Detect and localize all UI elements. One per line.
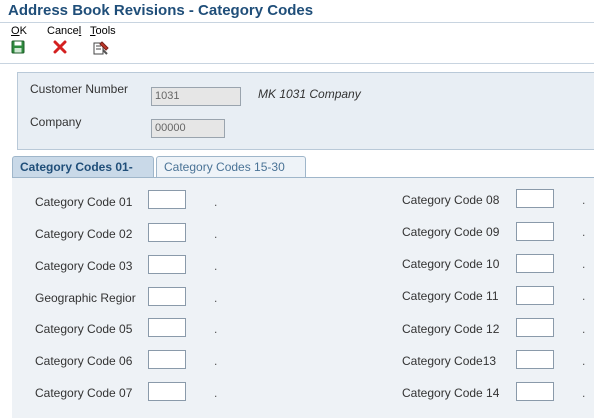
category-code-14-label: Category Code 14 — [402, 386, 500, 400]
company-field[interactable]: 00000 — [151, 119, 225, 138]
category-code-08-input[interactable] — [516, 189, 554, 208]
category-code-10-label: Category Code 10 — [402, 257, 500, 271]
category-code-09-desc: . — [582, 225, 586, 239]
category-code-12-label: Category Code 12 — [402, 322, 500, 336]
tools-icon — [93, 40, 116, 58]
category-code-01-input[interactable] — [148, 190, 186, 209]
category-code-14-input[interactable] — [516, 382, 554, 401]
category-code-06-label: Category Code 06 — [35, 354, 133, 368]
category-code-08-label: Category Code 08 — [402, 193, 500, 207]
geographic-region-input[interactable] — [148, 287, 186, 306]
category-code-10-desc: . — [582, 257, 586, 271]
category-code-13-label: Category Code13 — [402, 354, 497, 368]
header-box: Customer Number 1031 MK 1031 Company Com… — [17, 72, 594, 150]
category-code-12-input[interactable] — [516, 318, 554, 337]
tab-category-codes-15-30[interactable]: Category Codes 15-30 — [156, 156, 306, 177]
category-code-11-label: Category Code 11 — [402, 289, 499, 303]
category-code-01-desc: . — [214, 195, 218, 209]
category-code-05-label: Category Code 05 — [35, 322, 133, 336]
ok-button[interactable]: OK — [11, 25, 27, 57]
category-code-07-input[interactable] — [148, 382, 186, 401]
cancel-label: Cancel — [47, 25, 82, 37]
tools-label: Tools — [90, 25, 116, 37]
category-code-11-input[interactable] — [516, 286, 554, 305]
geographic-region-label: Geographic Regior — [35, 291, 136, 305]
category-code-03-input[interactable] — [148, 255, 186, 274]
customer-number-label: Customer Number — [30, 82, 129, 96]
window-title: Address Book Revisions - Category Codes — [8, 2, 314, 19]
category-code-11-desc: . — [582, 289, 586, 303]
tools-button[interactable]: Tools — [90, 25, 116, 58]
category-code-02-desc: . — [214, 227, 218, 241]
customer-name: MK 1031 Company — [258, 87, 361, 101]
category-code-08-desc: . — [582, 193, 586, 207]
category-code-02-input[interactable] — [148, 223, 186, 242]
company-label: Company — [30, 115, 82, 129]
ok-label: OK — [11, 25, 27, 37]
category-codes-panel: Category Code 01 . Category Code 02 . Ca… — [12, 177, 594, 418]
category-code-10-input[interactable] — [516, 254, 554, 273]
geographic-region-desc: . — [214, 291, 218, 305]
category-code-14-desc: . — [582, 386, 586, 400]
save-disk-icon — [11, 40, 27, 57]
category-code-05-input[interactable] — [148, 318, 186, 337]
customer-number-field[interactable]: 1031 — [151, 87, 241, 106]
category-code-06-desc: . — [214, 354, 218, 368]
category-code-12-desc: . — [582, 322, 586, 336]
category-code-07-desc: . — [214, 386, 218, 400]
tab-category-codes-01-14[interactable]: Category Codes 01-14 — [12, 156, 154, 195]
category-code-13-input[interactable] — [516, 350, 554, 369]
category-code-09-label: Category Code 09 — [402, 225, 500, 239]
category-code-07-label: Category Code 07 — [35, 386, 133, 400]
category-code-06-input[interactable] — [148, 350, 186, 369]
category-code-01-label: Category Code 01 — [35, 195, 133, 209]
category-code-05-desc: . — [214, 322, 218, 336]
category-code-13-desc: . — [582, 354, 586, 368]
category-code-03-desc: . — [214, 259, 218, 273]
red-x-icon — [53, 40, 81, 57]
category-code-02-label: Category Code 02 — [35, 227, 133, 241]
toolbar: OK Cancel Tools — [0, 22, 594, 64]
category-code-03-label: Category Code 03 — [35, 259, 133, 273]
cancel-button[interactable]: Cancel — [47, 25, 81, 57]
category-code-09-input[interactable] — [516, 222, 554, 241]
